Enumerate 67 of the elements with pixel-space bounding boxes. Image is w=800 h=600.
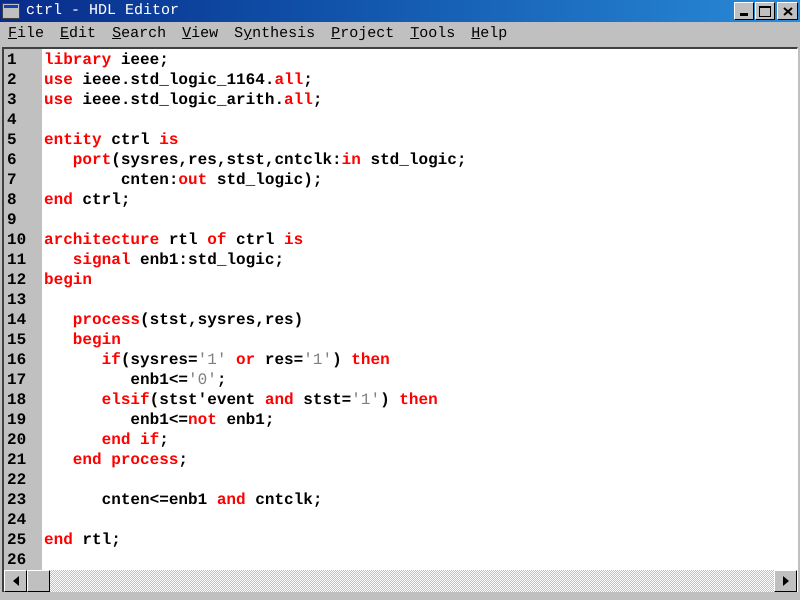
line-number: 13 [6, 290, 28, 312]
line-number: 19 [6, 410, 28, 432]
window-icon [2, 3, 20, 19]
line-number: 10 [6, 230, 28, 252]
maximize-button[interactable] [755, 2, 775, 20]
line-number: 7 [6, 170, 18, 192]
code-line: entity ctrl is [44, 130, 178, 152]
line-number: 25 [6, 530, 28, 552]
menu-item[interactable]: Synthesis [234, 23, 316, 46]
close-button[interactable] [777, 2, 798, 20]
menu-item[interactable]: Help [471, 23, 508, 46]
line-number: 24 [6, 510, 28, 532]
line-number: 11 [6, 250, 28, 272]
scroll-right-button[interactable] [774, 570, 797, 592]
line-number: 17 [6, 370, 28, 392]
code-line: port(sysres,res,stst,cntclk:in std_logic; [72, 150, 466, 172]
menu-item[interactable]: Project [331, 23, 394, 46]
line-number: 21 [6, 450, 28, 472]
maximize-icon [759, 6, 771, 16]
code-line: use ieee.std_logic_1164.all; [44, 70, 313, 92]
menu-item[interactable]: Edit [60, 23, 96, 46]
scroll-left-button[interactable] [4, 570, 27, 592]
code-line: enb1<=not enb1; [129, 410, 274, 432]
code-line: cnten<=enb1 and cntclk; [100, 490, 322, 512]
code-line: signal enb1:std_logic; [72, 250, 284, 272]
line-number: 20 [6, 430, 28, 452]
line-number: 15 [6, 330, 28, 352]
line-number: 26 [6, 550, 28, 572]
code-line: end ctrl; [44, 190, 130, 212]
right-arrow-icon [782, 576, 788, 586]
code-line: end rtl; [44, 530, 121, 552]
line-number: 2 [6, 70, 18, 92]
line-number: 6 [6, 150, 18, 172]
line-number: 1 [6, 50, 18, 72]
code-line: architecture rtl of ctrl is [44, 230, 304, 252]
code-line: if(sysres='1' or res='1') then [100, 350, 390, 372]
line-number: 12 [6, 270, 28, 292]
minimize-icon [740, 13, 748, 16]
code-line: use ieee.std_logic_arith.all; [44, 90, 322, 112]
left-arrow-icon [12, 576, 18, 586]
line-number: 16 [6, 350, 28, 372]
line-number: 4 [6, 110, 18, 132]
code-line: end if; [100, 430, 169, 452]
menu-item[interactable]: File [8, 23, 44, 46]
code-line: end process; [72, 450, 188, 472]
code-line: cnten:out std_logic); [120, 170, 322, 192]
scrollbar-thumb[interactable] [27, 570, 50, 592]
line-number: 9 [6, 210, 18, 232]
code-line: enb1<='0'; [129, 370, 226, 392]
close-icon [782, 6, 792, 16]
code-line: elsif(stst'event and stst='1') then [100, 390, 438, 412]
line-number: 3 [6, 90, 18, 112]
line-number: 22 [6, 470, 28, 492]
code-line: library ieee; [44, 50, 169, 72]
menu-item[interactable]: Search [112, 23, 166, 46]
menu-item[interactable]: View [182, 23, 218, 46]
line-number: 14 [6, 310, 28, 332]
minimize-button[interactable] [734, 2, 754, 20]
menu-item[interactable]: Tools [410, 23, 456, 46]
code-line: process(stst,sysres,res) [72, 310, 304, 332]
window-title: ctrl - HDL Editor [26, 0, 180, 21]
code-line: begin [72, 330, 121, 352]
line-number: 18 [6, 390, 28, 412]
line-number: 8 [6, 190, 18, 212]
line-number: 5 [6, 130, 18, 152]
line-number: 23 [6, 490, 28, 512]
code-line: begin [44, 270, 92, 292]
